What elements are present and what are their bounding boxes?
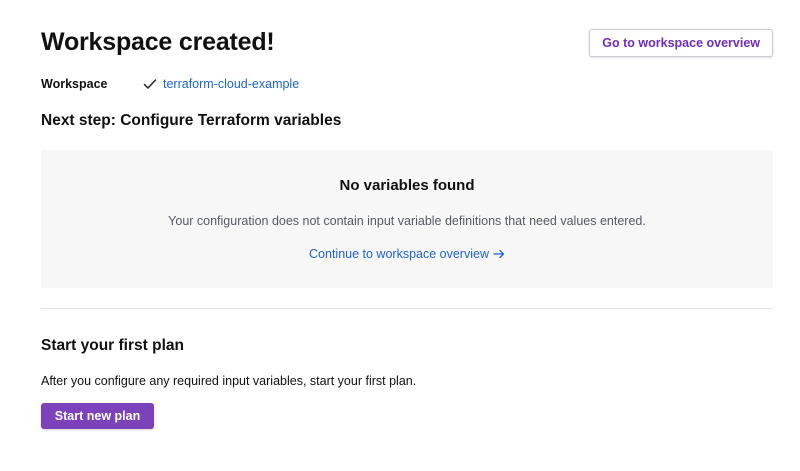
no-variables-description: Your configuration does not contain inpu…	[168, 214, 646, 228]
workspace-label: Workspace	[41, 77, 108, 91]
check-icon	[143, 77, 157, 91]
first-plan-heading: Start your first plan	[41, 337, 184, 354]
first-plan-description: After you configure any required input v…	[41, 374, 417, 388]
arrow-right-icon	[493, 248, 505, 259]
workspace-row: Workspace terraform-cloud-example	[41, 76, 299, 92]
continue-to-workspace-overview-link[interactable]: Continue to workspace overview	[309, 247, 505, 261]
variables-panel: No variables found Your configuration do…	[41, 150, 773, 288]
continue-link-label: Continue to workspace overview	[309, 247, 489, 261]
workspace-name-link[interactable]: terraform-cloud-example	[163, 77, 299, 91]
start-new-plan-button[interactable]: Start new plan	[41, 403, 154, 429]
section-divider	[41, 308, 773, 309]
next-step-heading: Next step: Configure Terraform variables	[41, 112, 342, 129]
go-to-workspace-overview-button[interactable]: Go to workspace overview	[589, 29, 773, 57]
page-title: Workspace created!	[41, 28, 275, 56]
no-variables-title: No variables found	[339, 177, 475, 194]
continue-link-row: Continue to workspace overview	[41, 247, 773, 261]
